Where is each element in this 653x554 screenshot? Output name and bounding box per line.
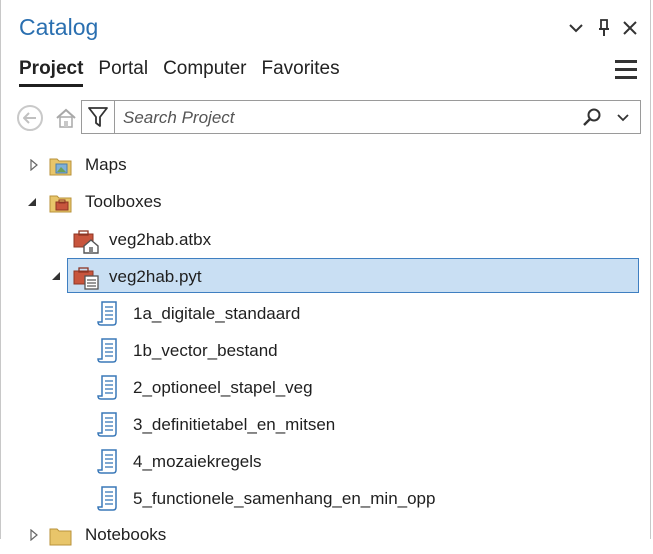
expand-arrow-icon[interactable]: [28, 529, 40, 541]
tree-item-label: 3_definitietabel_en_mitsen: [133, 415, 336, 434]
tree-item-label: 2_optioneel_stapel_veg: [133, 378, 313, 397]
atbx-toolbox-icon: [72, 226, 99, 254]
tree-item-label: Toolboxes: [85, 192, 162, 211]
tree-item-label: veg2hab.atbx: [109, 230, 212, 249]
tree-item-label: 1a_digitale_standaard: [133, 304, 301, 323]
maps-folder-icon: [48, 153, 74, 179]
tree-item-atbx[interactable]: veg2hab.atbx: [1, 222, 641, 256]
tree-item-label: 1b_vector_bestand: [133, 341, 278, 360]
collapse-arrow-icon[interactable]: [50, 270, 62, 282]
filter-icon[interactable]: [81, 100, 115, 134]
pin-icon[interactable]: [594, 16, 614, 40]
back-icon[interactable]: [17, 105, 43, 131]
tree-item-tool[interactable]: 4_mozaiekregels: [1, 444, 641, 478]
tree-item-label: Notebooks: [85, 525, 167, 544]
tree-item-maps[interactable]: Maps: [1, 148, 641, 182]
catalog-pane: Catalog Project Portal Computer Favorite…: [0, 0, 651, 546]
toolboxes-folder-icon: [48, 190, 74, 216]
tab-computer[interactable]: Computer: [163, 58, 246, 87]
script-icon: [97, 485, 123, 511]
tree-item-label: 5_functionele_samenhang_en_min_opp: [133, 489, 436, 508]
collapse-arrow-icon[interactable]: [26, 196, 38, 208]
catalog-toolbar: [15, 100, 641, 136]
tree-item-pyt[interactable]: veg2hab.pyt: [1, 259, 641, 293]
tree-item-tool[interactable]: 3_definitietabel_en_mitsen: [1, 407, 641, 441]
tree-item-tool[interactable]: 1b_vector_bestand: [1, 333, 641, 367]
tree-item-tool[interactable]: 5_functionele_samenhang_en_min_opp: [1, 481, 641, 515]
notebooks-folder-icon: [48, 523, 74, 549]
tree-item-label: 4_mozaiekregels: [133, 452, 262, 471]
script-icon: [97, 448, 123, 474]
tree-item-tool[interactable]: 2_optioneel_stapel_veg: [1, 370, 641, 404]
tree-item-tool[interactable]: 1a_digitale_standaard: [1, 296, 641, 330]
script-icon: [97, 300, 123, 326]
search-icon[interactable]: [581, 107, 603, 129]
tree-item-toolboxes[interactable]: Toolboxes: [1, 185, 641, 219]
tab-portal[interactable]: Portal: [98, 58, 148, 87]
search-options-dropdown-icon[interactable]: [615, 107, 635, 129]
catalog-tabs: Project Portal Computer Favorites: [19, 58, 340, 87]
tree-item-notebooks[interactable]: Notebooks: [1, 518, 641, 552]
search-input[interactable]: [121, 105, 565, 131]
tree-item-label: Maps: [85, 155, 127, 174]
hamburger-menu-icon[interactable]: [615, 60, 637, 84]
tree-item-label: veg2hab.pyt: [109, 267, 202, 286]
home-icon[interactable]: [53, 105, 79, 131]
script-icon: [97, 337, 123, 363]
close-icon[interactable]: [619, 16, 641, 40]
script-icon: [97, 411, 123, 437]
pane-options-chevron-icon[interactable]: [566, 16, 586, 40]
search-box: [115, 100, 641, 134]
script-icon: [97, 374, 123, 400]
pyt-toolbox-icon: [72, 263, 99, 290]
tab-favorites[interactable]: Favorites: [261, 58, 339, 87]
tab-project[interactable]: Project: [19, 58, 84, 87]
pane-title: Catalog: [19, 14, 99, 40]
expand-arrow-icon[interactable]: [28, 159, 40, 171]
